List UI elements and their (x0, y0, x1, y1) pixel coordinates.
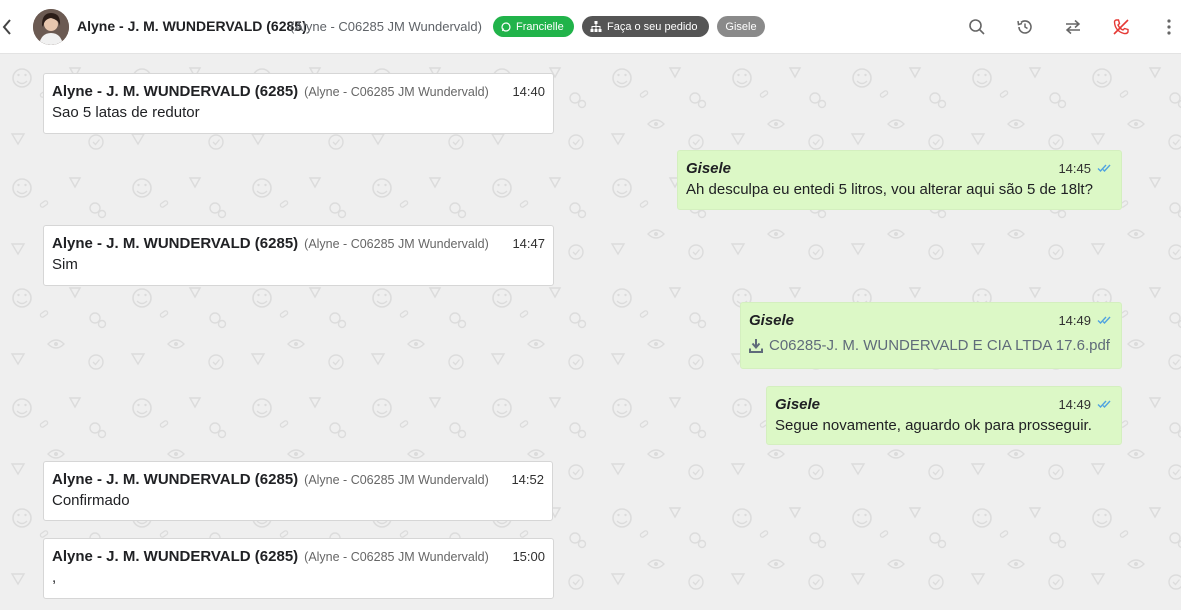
message-outgoing[interactable]: Gisele 14:49 Segue novamente, aguardo ok… (766, 386, 1122, 445)
attachment-link[interactable]: C06285-J. M. WUNDERVALD E CIA LTDA 17.6.… (749, 337, 1113, 354)
message-sender-subtitle: (Alyne - C06285 JM Wundervald) (304, 85, 489, 99)
message-sender: Gisele (686, 160, 732, 177)
agent-tag[interactable]: Gisele (717, 16, 765, 37)
message-sender: Alyne - J. M. WUNDERVALD (6285) (52, 235, 299, 252)
message-incoming[interactable]: Alyne - J. M. WUNDERVALD (6285) (Alyne -… (43, 538, 554, 599)
message-text: Sao 5 latas de redutor (52, 104, 200, 121)
order-tag[interactable]: Faça o seu pedido (582, 16, 709, 37)
message-time: 14:47 (512, 236, 545, 251)
message-text: Sim (52, 256, 78, 273)
whatsapp-channel-tag[interactable]: Francielle (493, 16, 574, 37)
message-time: 14:49 (1058, 313, 1091, 328)
attachment-filename: C06285-J. M. WUNDERVALD E CIA LTDA 17.6.… (769, 337, 1110, 354)
message-sender: Alyne - J. M. WUNDERVALD (6285) (52, 83, 299, 100)
search-icon[interactable] (965, 15, 989, 39)
download-icon (749, 339, 763, 353)
agent-tag-label: Gisele (725, 20, 757, 33)
message-sender: Gisele (749, 312, 795, 329)
message-sender-subtitle: (Alyne - C06285 JM Wundervald) (304, 550, 489, 564)
message-text: , (52, 569, 57, 586)
message-sender-subtitle: (Alyne - C06285 JM Wundervald) (304, 237, 489, 251)
message-sender: Gisele (775, 396, 821, 413)
read-ticks-icon (1097, 400, 1111, 409)
message-sender: Alyne - J. M. WUNDERVALD (6285) (52, 471, 299, 488)
message-outgoing-attachment[interactable]: Gisele 14:49 C06285-J. M. WUNDERVALD E C… (740, 302, 1122, 369)
message-text: Ah desculpa eu entedi 5 litros, vou alte… (686, 181, 1093, 198)
message-sender: Alyne - J. M. WUNDERVALD (6285) (52, 548, 299, 565)
message-time: 14:52 (511, 472, 544, 487)
message-time: 15:00 (512, 549, 545, 564)
read-ticks-icon (1097, 164, 1111, 173)
whatsapp-tag-label: Francielle (516, 20, 564, 33)
contact-name: Alyne - J. M. WUNDERVALD (6285) (77, 18, 307, 34)
message-text: Confirmado (52, 492, 130, 509)
whatsapp-icon (501, 21, 511, 32)
history-icon[interactable] (1013, 15, 1037, 39)
message-outgoing[interactable]: Gisele 14:45 Ah desculpa eu entedi 5 lit… (677, 150, 1122, 210)
message-incoming[interactable]: Alyne - J. M. WUNDERVALD (6285) (Alyne -… (43, 225, 554, 286)
avatar[interactable] (33, 9, 69, 45)
end-call-icon[interactable] (1109, 15, 1133, 39)
contact-subtitle: (Alyne - C06285 JM Wundervald) (290, 19, 482, 34)
message-time: 14:49 (1058, 397, 1091, 412)
order-tag-label: Faça o seu pedido (607, 20, 698, 33)
message-incoming[interactable]: Alyne - J. M. WUNDERVALD (6285) (Alyne -… (43, 461, 553, 521)
transfer-icon[interactable] (1061, 15, 1085, 39)
more-vert-icon[interactable] (1157, 15, 1181, 39)
message-incoming[interactable]: Alyne - J. M. WUNDERVALD (6285) (Alyne -… (43, 73, 554, 134)
chat-header: Alyne - J. M. WUNDERVALD (6285) (Alyne -… (0, 0, 1181, 54)
message-text: Segue novamente, aguardo ok para prosseg… (775, 417, 1092, 434)
message-time: 14:40 (512, 84, 545, 99)
chat-area[interactable]: Alyne - J. M. WUNDERVALD (6285) (Alyne -… (0, 54, 1181, 610)
back-icon[interactable] (0, 15, 14, 39)
message-sender-subtitle: (Alyne - C06285 JM Wundervald) (304, 473, 489, 487)
message-time: 14:45 (1058, 161, 1091, 176)
sitemap-icon (590, 21, 602, 32)
read-ticks-icon (1097, 316, 1111, 325)
